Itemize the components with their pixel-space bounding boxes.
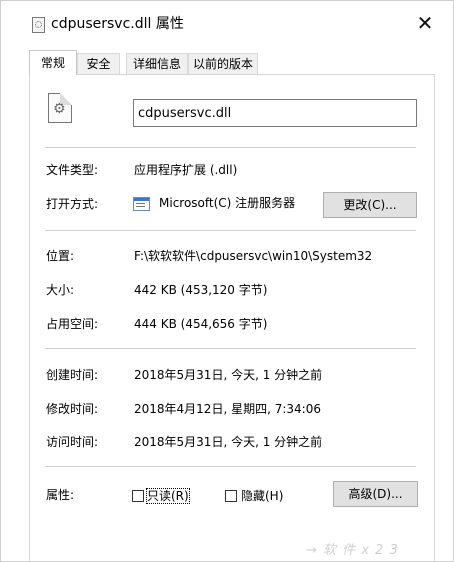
advanced-button[interactable]: 高级(D)... bbox=[333, 481, 418, 507]
accessed-label: 访问时间: bbox=[46, 435, 99, 449]
created-value: 2018年5月31日, 今天, 1 分钟之前 bbox=[134, 368, 323, 382]
file-type-value: 应用程序扩展 (.dll) bbox=[134, 163, 238, 177]
open-with-app: Microsoft(C) 注册服务器 bbox=[159, 196, 296, 210]
location-value: F:\软软软件\cdpusersvc\win10\System32 bbox=[134, 249, 373, 263]
tab-previous-versions[interactable]: 以前的版本 bbox=[188, 53, 258, 74]
window-title: cdpusersvc.dll 属性 bbox=[51, 16, 184, 32]
change-button[interactable]: 更改(C)... bbox=[323, 192, 417, 218]
created-label: 创建时间: bbox=[46, 368, 99, 382]
divider bbox=[45, 348, 416, 349]
close-icon[interactable]: ✕ bbox=[413, 11, 437, 35]
tab-details[interactable]: 详细信息 bbox=[126, 53, 188, 74]
app-window-icon bbox=[133, 197, 150, 211]
title-bar[interactable]: cdpusersvc.dll 属性 ✕ bbox=[1, 1, 453, 45]
size-on-disk-label: 占用空间: bbox=[46, 317, 99, 331]
location-label: 位置: bbox=[46, 249, 75, 263]
size-label: 大小: bbox=[46, 283, 75, 297]
hidden-label[interactable]: 隐藏(H) bbox=[241, 489, 283, 503]
readonly-checkbox[interactable] bbox=[132, 490, 144, 502]
size-value: 442 KB (453,120 字节) bbox=[134, 283, 268, 297]
attributes-label: 属性: bbox=[46, 488, 75, 502]
watermark: → 软 件 x 2 3 bbox=[306, 543, 399, 558]
properties-window: cdpusersvc.dll 属性 ✕ 常规 安全 详细信息 以前的版本 文件类… bbox=[0, 0, 454, 562]
open-with-label: 打开方式: bbox=[46, 197, 99, 211]
file-name-field[interactable] bbox=[133, 99, 417, 127]
divider bbox=[45, 230, 416, 231]
tab-general[interactable]: 常规 bbox=[29, 50, 77, 75]
divider bbox=[45, 466, 416, 467]
tab-security[interactable]: 安全 bbox=[77, 53, 120, 74]
dll-file-icon bbox=[32, 17, 45, 33]
readonly-label[interactable]: 只读(R) bbox=[146, 488, 190, 504]
file-type-label: 文件类型: bbox=[46, 163, 99, 177]
dll-file-icon bbox=[48, 93, 72, 123]
hidden-checkbox[interactable] bbox=[225, 490, 237, 502]
size-on-disk-value: 444 KB (454,656 字节) bbox=[134, 317, 268, 331]
modified-label: 修改时间: bbox=[46, 402, 99, 416]
modified-value: 2018年4月12日, 星期四, 7:34:06 bbox=[134, 402, 321, 416]
accessed-value: 2018年5月31日, 今天, 1 分钟之前 bbox=[134, 435, 323, 449]
divider bbox=[45, 147, 416, 148]
